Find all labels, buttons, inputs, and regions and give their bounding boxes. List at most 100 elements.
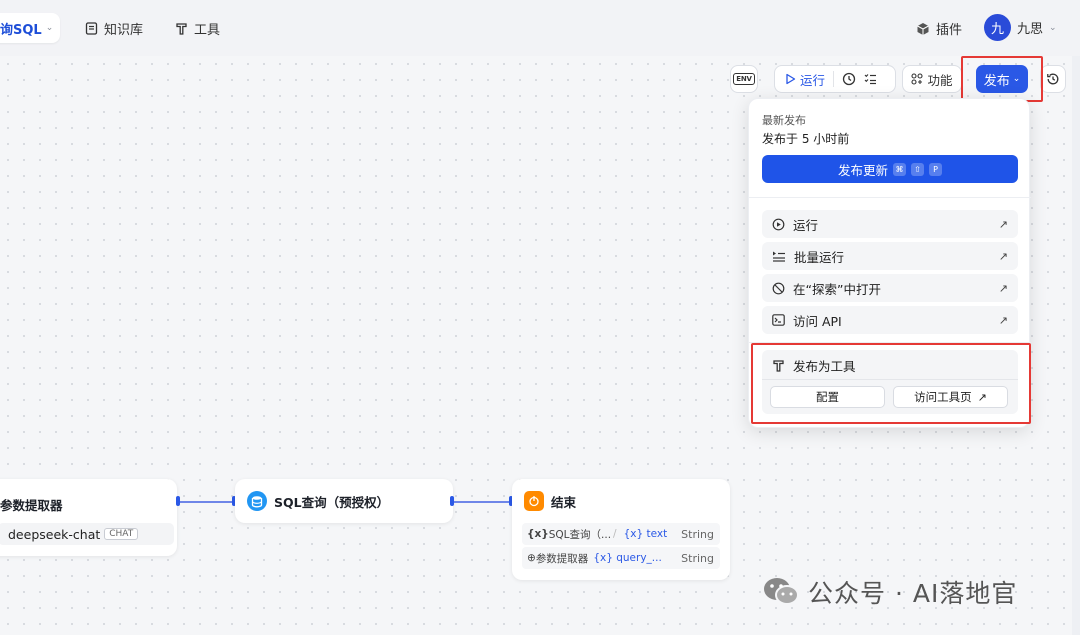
run-group: 运行 [774,65,896,93]
publish-as-tool-header: 发布为工具 [772,356,856,375]
terminal-icon [772,314,785,326]
node-ref-icon: ⊕ [527,552,536,564]
database-icon [247,491,267,511]
watermark: 公众号 · AI落地官 [762,574,1017,610]
separator: / [613,528,617,540]
node-end[interactable]: 结束 {x} SQL查询（... / {x} text String ⊕ 参数提… [512,479,730,580]
book-icon [84,22,98,36]
node-title: 参数提取器 [0,498,63,513]
app-tab[interactable]: 询SQL ⌄ [0,13,60,43]
variable-icon: {x} [527,528,549,540]
chevron-down-icon: ⌄ [1012,74,1021,84]
output-source: SQL查询（... [548,528,612,541]
feature-label: 功能 [927,72,953,88]
menu-item-batch-run[interactable]: 批量运行 ↗ [762,242,1018,270]
menu-item-label: 运行 [793,217,819,233]
nav-tools-label: 工具 [194,23,221,38]
configure-button[interactable]: 配置 [770,386,885,408]
divider [833,71,835,87]
history-icon [1047,73,1059,85]
run-button[interactable]: 运行 [785,70,825,89]
play-circle-icon [772,218,785,230]
arrow-up-right-icon: ↗ [998,249,1008,263]
user-name: 九思 [1017,22,1044,37]
visit-tool-page-button[interactable]: 访问工具页 ↗ [893,386,1008,408]
publish-time: 发布于 5 小时前 [762,132,850,146]
divider [749,342,1031,343]
output-variable: {x} query_... [593,552,662,564]
cube-icon [916,22,930,36]
run-label: 运行 [800,72,826,88]
configure-label: 配置 [816,390,839,404]
watermark-text: 公众号 · AI落地官 [808,579,1018,608]
arrow-up-right-icon: ↗ [977,390,987,404]
p-key: P [929,162,942,176]
latest-publish-label: 最新发布 [762,114,806,127]
env-icon: ENV [733,73,755,85]
menu-item-label: 批量运行 [794,249,845,265]
edge [180,501,232,503]
shift-key: ⇧ [911,162,924,176]
output-row: {x} SQL查询（... / {x} text String [522,523,720,545]
menu-item-api[interactable]: 访问 API ↗ [762,306,1018,334]
avatar: 九 [984,14,1011,41]
canvas-edge [1072,56,1080,635]
menu-item-explore[interactable]: 在“探索”中打开 ↗ [762,274,1018,302]
menu-item-run[interactable]: 运行 ↗ [762,210,1018,238]
nav-tools[interactable]: 工具 [174,19,220,38]
publish-label: 发布 [983,73,1010,89]
node-header: 结束 [524,491,576,511]
model-selector[interactable]: deepseek-chat CHAT [0,523,174,545]
model-name: deepseek-chat [8,526,101,542]
arrow-up-right-icon: ↗ [998,313,1008,327]
checklist-clock-button[interactable] [842,72,856,86]
top-bar: 询SQL ⌄ 知识库 工具 插件 九 九思 ⌄ [0,0,1080,56]
node-parameter-extractor[interactable]: 参数提取器 deepseek-chat CHAT [0,479,177,556]
publish-as-tool-title: 发布为工具 [793,359,856,374]
nav-knowledge[interactable]: 知识库 [84,19,143,38]
chevron-down-icon: ⌄ [1049,22,1057,33]
arrow-up-right-icon: ↗ [998,281,1008,295]
plugin-label: 插件 [936,23,963,38]
output-source: 参数提取器 [535,552,589,565]
history-button[interactable] [1040,65,1066,93]
chevron-down-icon: ⌄ [45,23,54,33]
play-icon [786,73,796,85]
publish-button[interactable]: 发布 ⌄ [976,65,1028,93]
end-icon [524,491,544,511]
user-menu[interactable]: 九 九思 ⌄ [984,14,1057,41]
explore-icon [772,282,785,294]
output-type: String [681,551,714,565]
menu-item-label: 在“探索”中打开 [793,281,881,297]
grid-icon [911,73,924,85]
cmd-key: ⌘ [893,162,906,176]
checklist-button[interactable] [864,73,877,85]
feature-button[interactable]: 功能 [902,65,962,93]
model-tag: CHAT [104,528,139,540]
batch-run-icon [773,251,785,262]
output-type: String [681,527,714,541]
publish-dropdown: 最新发布 发布于 5 小时前 发布更新 ⌘ ⇧ P 运行 ↗ 批量运行 ↗ 在“… [748,98,1031,428]
nav-knowledge-label: 知识库 [104,23,144,38]
publish-update-button[interactable]: 发布更新 ⌘ ⇧ P [762,155,1018,183]
edge [454,501,509,503]
clock-check-icon [842,72,856,86]
env-button[interactable]: ENV [730,65,758,93]
app-tab-label: 询SQL [0,22,42,38]
node-sql-query[interactable]: SQL查询（预授权） [235,479,453,523]
checklist-icon [864,74,877,85]
publish-as-tool-section: 发布为工具 配置 访问工具页 ↗ [762,350,1018,414]
arrow-up-right-icon: ↗ [998,217,1008,231]
visit-tool-page-label: 访问工具页 [914,390,972,404]
divider [749,197,1031,198]
plugin-button[interactable]: 插件 [916,19,962,38]
divider [762,379,1018,380]
output-row: ⊕ 参数提取器 {x} query_... String [522,547,720,569]
menu-item-label: 访问 API [793,313,842,329]
tool-icon [773,360,784,372]
output-variable: {x} text [623,528,668,540]
node-title: 结束 [551,494,577,510]
wechat-icon [764,578,799,605]
tool-icon [174,22,188,36]
publish-update-label: 发布更新 [837,162,888,178]
